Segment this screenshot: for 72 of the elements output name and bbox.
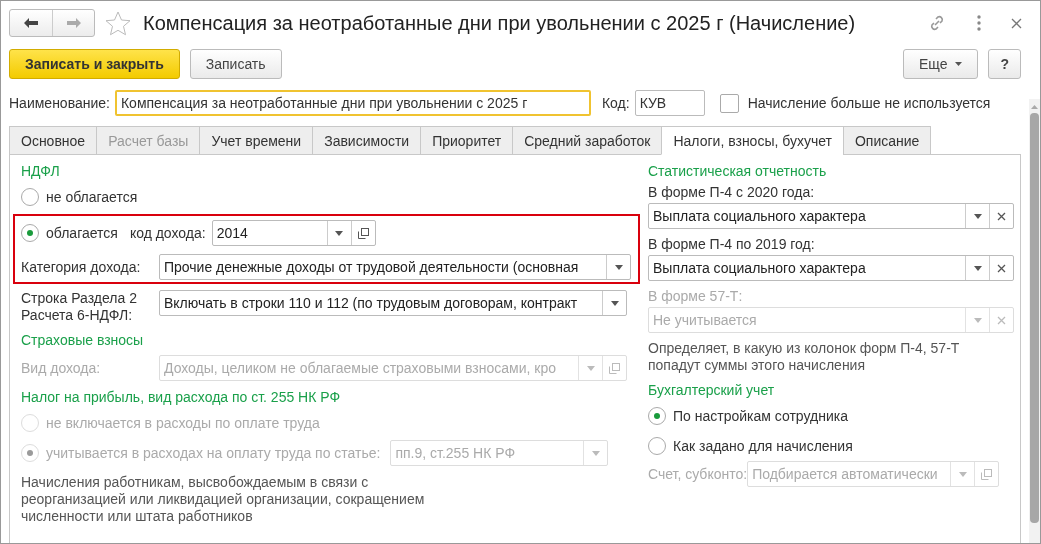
income-category-label: Категория дохода: <box>21 259 142 275</box>
form-label: В форме П-4 с 2020 года: <box>648 184 816 200</box>
tab[interactable]: Приоритет <box>420 126 513 155</box>
save-and-close-button[interactable]: Записать и закрыть <box>9 49 180 79</box>
star-icon[interactable] <box>105 10 131 36</box>
radio-label: не включается в расходы по оплате труда <box>46 415 320 431</box>
account-label: Счет, субконто: <box>648 466 748 482</box>
income-type-label: Вид дохода: <box>21 360 102 376</box>
select-field[interactable]: 2014 <box>211 220 376 246</box>
caret-icon <box>973 213 982 219</box>
caret-icon <box>973 317 982 323</box>
back-arrow-icon <box>24 18 38 28</box>
open-icon <box>981 468 993 480</box>
caret-icon <box>614 264 623 270</box>
clear-icon <box>997 211 1006 221</box>
caret-icon <box>586 365 595 371</box>
tab[interactable]: Основное <box>9 126 97 155</box>
section-heading: Налог на прибыль, вид расхода по ст. 255 НК РФ <box>21 389 342 405</box>
more-icon[interactable] <box>977 15 981 31</box>
tab[interactable]: Средний заработок <box>512 126 662 155</box>
scroll-up-icon[interactable] <box>1031 105 1038 109</box>
scrollbar-thumb[interactable] <box>1030 113 1039 523</box>
radio-button[interactable] <box>648 407 666 425</box>
section-heading: Страховые взносы <box>21 332 145 348</box>
radio-button[interactable] <box>648 437 666 455</box>
section-heading: НДФЛ <box>21 163 61 179</box>
radio-label: По настройкам сотрудника <box>673 408 848 424</box>
code-field[interactable]: КУВ <box>634 90 705 116</box>
section-heading: Бухгалтерский учет <box>648 382 776 398</box>
caret-icon <box>958 471 967 477</box>
section-heading: Статистическая отчетность <box>648 163 828 179</box>
clear-icon <box>997 263 1006 273</box>
radio-label: Как задано для начисления <box>673 438 853 454</box>
tab[interactable]: Зависимости <box>312 126 421 155</box>
name-field[interactable]: Компенсация за неотработанные дни при увольнении с 2025 г <box>114 90 591 116</box>
radio-label: не облагается <box>46 189 138 205</box>
radio-label: облагается <box>46 225 118 241</box>
forward-arrow-icon <box>66 18 81 28</box>
caret-icon <box>335 230 344 236</box>
help-button[interactable]: ? <box>988 49 1021 79</box>
window-title: Компенсация за неотработанные дни при увольнении с 2025 г (Начисление) <box>143 11 857 35</box>
close-icon[interactable] <box>1011 17 1022 29</box>
select-field[interactable]: Прочие денежные доходы от трудовой деятельности (основная <box>159 254 631 280</box>
radio-button[interactable] <box>21 188 39 206</box>
form-label: В форме П-4 по 2019 год: <box>648 236 816 252</box>
save-button[interactable]: Записать <box>189 49 282 79</box>
report-line-label: Строка Раздела 2 Расчета 6-НДФЛ: <box>21 290 138 324</box>
tab[interactable]: Налоги, взносы, бухучет <box>661 126 843 155</box>
select-field[interactable]: Выплата социального характера <box>648 203 1014 229</box>
income-code-label: код дохода: <box>129 225 206 241</box>
caret-icon <box>955 62 963 66</box>
radio-label: учитывается в расходах на оплату труда по статье: <box>46 445 381 461</box>
checkbox[interactable] <box>719 93 739 113</box>
tab[interactable]: Описание <box>843 126 932 155</box>
tab[interactable]: Учет времени <box>199 126 313 155</box>
caret-icon <box>591 450 600 456</box>
checkbox-label: Начисление больше не используется <box>747 95 991 111</box>
select-field[interactable]: Выплата социального характера <box>648 255 1014 281</box>
radio-button[interactable] <box>21 224 39 242</box>
note-text: Определяет, в какую из колонок форм П-4, 57-Т попадут суммы этого начисления <box>648 340 961 374</box>
open-icon <box>357 227 369 239</box>
note-text: Начисления работникам, высвобождаемым в связи с реорганизацией или ликвидацией организации, сокращением численности или штата работников <box>21 474 426 525</box>
more-button[interactable]: Еще <box>902 49 979 79</box>
clear-icon <box>997 315 1006 325</box>
caret-icon <box>610 300 619 306</box>
scrollbar[interactable] <box>1029 99 1040 543</box>
form-label: В форме 57-Т: <box>648 288 744 304</box>
name-label: Наименование: <box>9 95 110 111</box>
open-icon <box>609 362 620 374</box>
select-field[interactable]: Включать в строки 110 и 112 (по трудовым договорам, контракт <box>159 290 627 316</box>
caret-icon <box>973 265 982 271</box>
code-label: Код: <box>601 95 630 111</box>
